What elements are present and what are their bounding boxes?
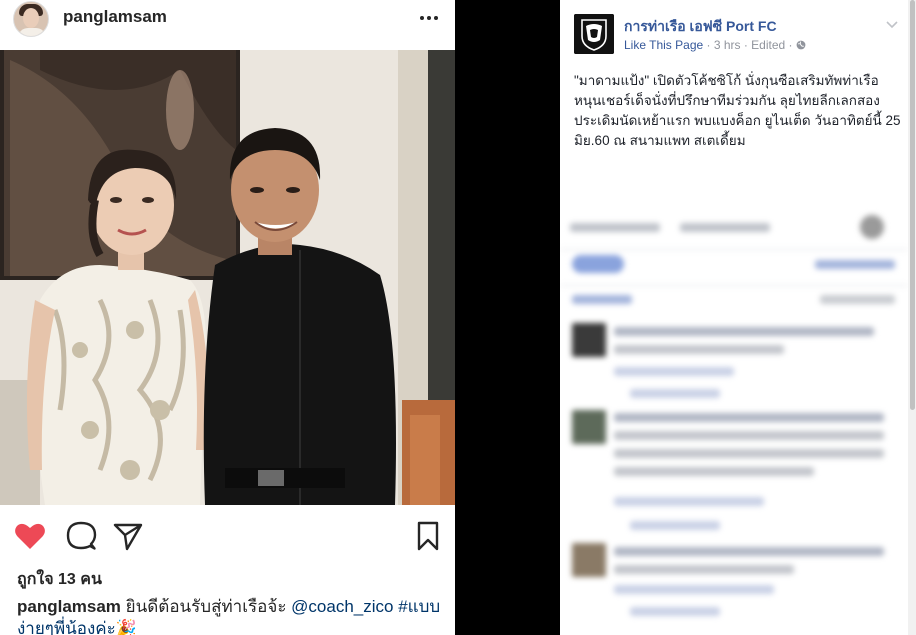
instagram-post: panglamsam ถูกใจ 13 คน panglamsam ยินดีต…: [0, 0, 455, 635]
post-photo[interactable]: [0, 50, 455, 505]
action-bar: [0, 508, 455, 558]
bookmark-icon[interactable]: [412, 520, 444, 552]
blurred-comments: [560, 205, 908, 635]
avatar[interactable]: [13, 1, 49, 37]
more-icon[interactable]: [420, 16, 440, 22]
like-count[interactable]: ถูกใจ 13 คน: [17, 567, 102, 592]
comment-icon[interactable]: [65, 520, 97, 552]
chevron-down-icon[interactable]: [886, 18, 898, 30]
page-logo[interactable]: [574, 14, 614, 54]
caption-username[interactable]: panglamsam: [17, 597, 121, 616]
post-time[interactable]: · 3 hrs · Edited ·: [703, 38, 796, 52]
post-meta: Like This Page · 3 hrs · Edited ·: [624, 38, 806, 52]
post-text: "มาดามแป้ง" เปิดตัวโค้ชซิโก้ นั่งกุนซือเ…: [574, 73, 901, 148]
caption-text: ยินดีต้อนรับสู่ท่าเรือจ้ะ: [120, 597, 292, 616]
globe-icon: [796, 40, 806, 50]
like-page-link[interactable]: Like This Page: [624, 38, 703, 52]
post-header: panglamsam: [0, 0, 455, 50]
facebook-post: การท่าเรือ เอฟซี Port FC Like This Page …: [560, 0, 908, 635]
port-fc-crest-icon: [574, 14, 614, 54]
username[interactable]: panglamsam: [63, 7, 167, 27]
mention-link[interactable]: @coach_zico: [291, 597, 393, 616]
heart-icon[interactable]: [14, 520, 46, 552]
screenshot-root: panglamsam ถูกใจ 13 คน panglamsam ยินดีต…: [0, 0, 916, 635]
page-name-link[interactable]: การท่าเรือ เอฟซี Port FC: [624, 16, 777, 38]
share-icon[interactable]: [112, 520, 144, 552]
party-emoji: 🎉: [115, 619, 137, 635]
photo-illustration: [0, 50, 455, 505]
scrollbar-thumb[interactable]: [910, 0, 915, 410]
post-caption: panglamsam ยินดีต้อนรับสู่ท่าเรือจ้ะ @co…: [17, 596, 447, 635]
